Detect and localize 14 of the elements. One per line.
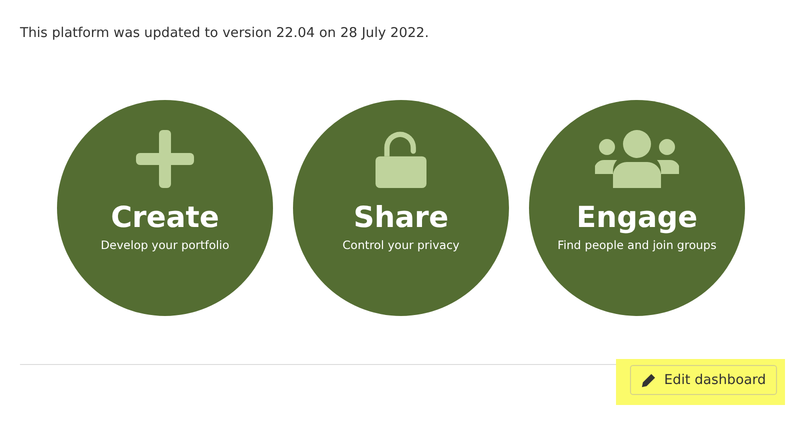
pencil-icon [641, 372, 656, 388]
feature-card[interactable]: Share Control your privacy [293, 100, 509, 316]
people-group-icon [595, 130, 679, 188]
card-subtitle: Control your privacy [342, 238, 460, 252]
edit-dashboard-button[interactable]: Edit dashboard [630, 365, 777, 395]
card-subtitle: Develop your portfolio [100, 238, 230, 252]
card-subtitle: Find people and join groups [558, 238, 716, 252]
plus-icon [136, 130, 194, 188]
card-title: Create [110, 200, 220, 234]
feature-card[interactable]: Create Develop your portfolio [57, 100, 273, 316]
card-title: Engage [576, 200, 698, 234]
update-notice: This platform was updated to version 22.04 on 28 July 2022. [20, 24, 430, 42]
card-title: Share [353, 200, 449, 234]
feature-card[interactable]: Engage Find people and join groups [529, 100, 745, 316]
